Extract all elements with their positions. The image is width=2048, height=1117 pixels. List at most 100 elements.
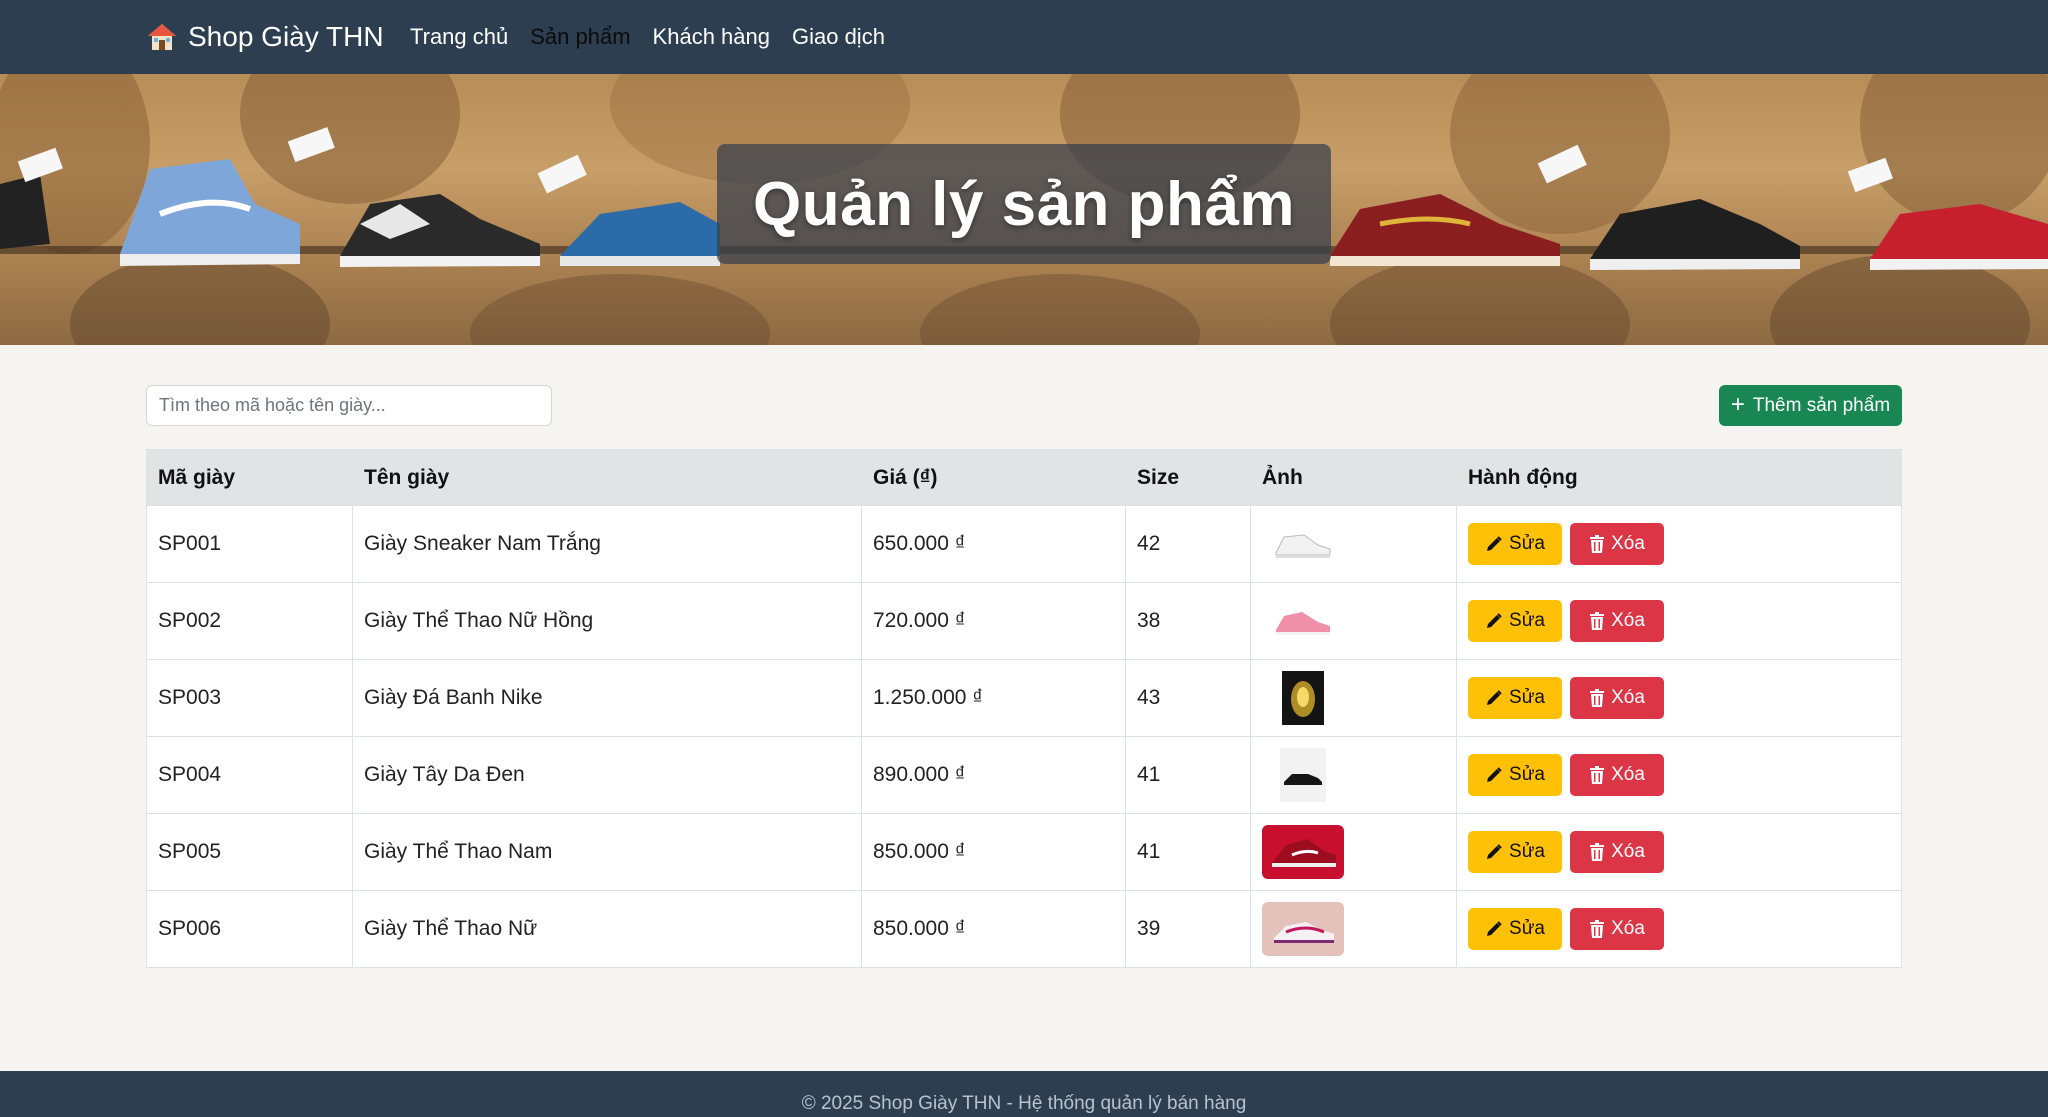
nav-menu: Trang chủ Sản phẩm Khách hàng Giao dịch [410, 18, 885, 56]
table-row: SP003 Giày Đá Banh Nike 1.250.000 ₫ 43 S… [146, 659, 1902, 737]
cell-size: 38 [1125, 582, 1251, 660]
hero-banner: Quản lý sản phẩm [0, 74, 2048, 345]
cell-image [1250, 659, 1457, 737]
add-product-button[interactable]: + Thêm sản phẩm [1719, 385, 1902, 426]
cell-actions: Sửa Xóa [1456, 505, 1902, 583]
cell-actions: Sửa Xóa [1456, 659, 1902, 737]
trash-icon [1590, 535, 1605, 553]
edit-button[interactable]: Sửa [1468, 754, 1562, 796]
header-price: Giá (₫) [861, 449, 1126, 506]
cell-size: 41 [1125, 736, 1251, 814]
cell-name: Giày Thể Thao Nữ [352, 890, 862, 968]
table-row: SP006 Giày Thể Thao Nữ 850.000 ₫ 39 Sửa [146, 890, 1902, 968]
white-sneaker-image [1262, 517, 1344, 571]
cell-price: 890.000 ₫ [861, 736, 1126, 814]
edit-label: Sửa [1509, 687, 1545, 708]
table-row: SP001 Giày Sneaker Nam Trắng 650.000 ₫ 4… [146, 505, 1902, 583]
cell-code: SP006 [146, 890, 353, 968]
header-image: Ảnh [1250, 449, 1457, 506]
cell-size: 39 [1125, 890, 1251, 968]
edit-label: Sửa [1509, 841, 1545, 862]
edit-label: Sửa [1509, 918, 1545, 939]
cell-size: 42 [1125, 505, 1251, 583]
delete-label: Xóa [1611, 533, 1645, 554]
cell-price: 850.000 ₫ [861, 813, 1126, 891]
delete-button[interactable]: Xóa [1570, 600, 1664, 642]
table-header-row: Mã giày Tên giày Giá (₫) Size Ảnh Hành đ… [146, 449, 1902, 506]
header-code: Mã giày [146, 449, 353, 506]
header-name: Tên giày [352, 449, 862, 506]
header-actions: Hành động [1456, 449, 1902, 506]
cell-actions: Sửa Xóa [1456, 890, 1902, 968]
delete-button[interactable]: Xóa [1570, 831, 1664, 873]
table-row: SP005 Giày Thể Thao Nam 850.000 ₫ 41 Sửa [146, 813, 1902, 891]
cell-image [1250, 736, 1457, 814]
edit-button[interactable]: Sửa [1468, 908, 1562, 950]
edit-button[interactable]: Sửa [1468, 600, 1562, 642]
products-table: Mã giày Tên giày Giá (₫) Size Ảnh Hành đ… [146, 449, 1902, 968]
nav-transactions[interactable]: Giao dịch [792, 24, 885, 50]
cell-actions: Sửa Xóa [1456, 582, 1902, 660]
pencil-icon [1487, 767, 1502, 782]
pink-sneaker-image [1262, 594, 1344, 648]
cell-code: SP004 [146, 736, 353, 814]
trash-icon [1590, 612, 1605, 630]
cell-code: SP002 [146, 582, 353, 660]
brand-link[interactable]: Shop Giày THN [146, 18, 384, 56]
nav-products[interactable]: Sản phẩm [530, 24, 630, 50]
brand-name: Shop Giày THN [188, 21, 384, 52]
table-row: SP002 Giày Thể Thao Nữ Hồng 720.000 ₫ 38… [146, 582, 1902, 660]
nav-home[interactable]: Trang chủ [410, 24, 508, 50]
delete-button[interactable]: Xóa [1570, 523, 1664, 565]
footer-copyright: © 2025 Shop Giày THN - Hệ thống quản lý … [801, 1093, 1247, 1114]
cell-price: 720.000 ₫ [861, 582, 1126, 660]
cell-image [1250, 813, 1457, 891]
delete-label: Xóa [1611, 841, 1645, 862]
trash-icon [1590, 843, 1605, 861]
edit-button[interactable]: Sửa [1468, 831, 1562, 873]
delete-button[interactable]: Xóa [1570, 908, 1664, 950]
delete-button[interactable]: Xóa [1570, 677, 1664, 719]
cell-code: SP005 [146, 813, 353, 891]
edit-button[interactable]: Sửa [1468, 523, 1562, 565]
search-input[interactable] [146, 385, 552, 426]
delete-label: Xóa [1611, 610, 1645, 631]
plus-icon: + [1730, 390, 1745, 418]
cell-name: Giày Tây Da Đen [352, 736, 862, 814]
cell-price: 850.000 ₫ [861, 890, 1126, 968]
pencil-icon [1487, 844, 1502, 859]
house-icon [148, 24, 176, 50]
cell-actions: Sửa Xóa [1456, 736, 1902, 814]
add-product-label: Thêm sản phẩm [1752, 394, 1891, 416]
cell-name: Giày Đá Banh Nike [352, 659, 862, 737]
cell-image [1250, 505, 1457, 583]
cell-code: SP003 [146, 659, 353, 737]
delete-button[interactable]: Xóa [1570, 754, 1664, 796]
cell-price: 1.250.000 ₫ [861, 659, 1126, 737]
pastel-running-shoe-image [1262, 902, 1344, 956]
trash-icon [1590, 689, 1605, 707]
cell-code: SP001 [146, 505, 353, 583]
pencil-icon [1487, 921, 1502, 936]
edit-label: Sửa [1509, 610, 1545, 631]
trash-icon [1590, 920, 1605, 938]
black-leather-shoe-image [1262, 748, 1344, 802]
nav-customers[interactable]: Khách hàng [653, 24, 770, 50]
edit-button[interactable]: Sửa [1468, 677, 1562, 719]
delete-label: Xóa [1611, 918, 1645, 939]
cell-name: Giày Thể Thao Nam [352, 813, 862, 891]
cell-name: Giày Sneaker Nam Trắng [352, 505, 862, 583]
pencil-icon [1487, 690, 1502, 705]
edit-label: Sửa [1509, 764, 1545, 785]
page-title: Quản lý sản phẩm [752, 169, 1296, 239]
pencil-icon [1487, 613, 1502, 628]
pencil-icon [1487, 536, 1502, 551]
cell-name: Giày Thể Thao Nữ Hồng [352, 582, 862, 660]
header-size: Size [1125, 449, 1251, 506]
cell-size: 43 [1125, 659, 1251, 737]
cell-actions: Sửa Xóa [1456, 813, 1902, 891]
cell-price: 650.000 ₫ [861, 505, 1126, 583]
red-running-shoe-image [1262, 825, 1344, 879]
cell-image [1250, 890, 1457, 968]
cell-image [1250, 582, 1457, 660]
